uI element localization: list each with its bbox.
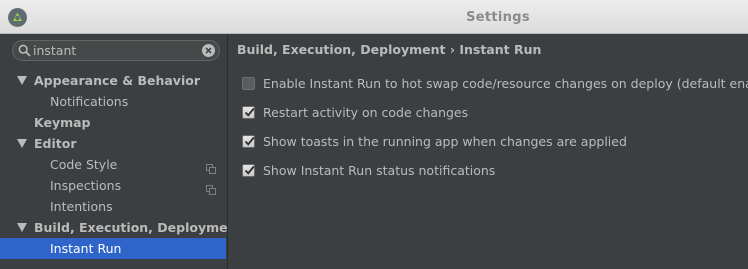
- tree-item-label: Notifications: [50, 94, 129, 109]
- expand-arrow-icon[interactable]: [17, 76, 27, 85]
- tree-item-label: Intentions: [50, 199, 113, 214]
- expand-arrow-icon[interactable]: [17, 223, 27, 232]
- title-bar: Settings: [0, 0, 748, 34]
- settings-sidebar: Appearance & Behavior Notifications Keym…: [0, 34, 242, 269]
- tree-item-label: Instant Run: [50, 241, 122, 256]
- tree-item-appearance-behavior[interactable]: Appearance & Behavior: [0, 70, 226, 91]
- tree-item-inspections[interactable]: Inspections: [0, 175, 226, 196]
- settings-content-panel: Build, Execution, Deployment › Instant R…: [228, 34, 748, 269]
- option-label: Enable Instant Run to hot swap code/reso…: [263, 76, 748, 91]
- option-label: Show toasts in the running app when chan…: [263, 134, 627, 149]
- tree-item-code-style[interactable]: Code Style: [0, 154, 226, 175]
- tree-item-label: Appearance & Behavior: [34, 73, 200, 88]
- window-title: Settings: [466, 10, 530, 25]
- tree-item-intentions[interactable]: Intentions: [0, 196, 226, 217]
- tree-item-label: Code Style: [50, 157, 118, 172]
- checkbox-checked[interactable]: [242, 106, 255, 119]
- checkmark-icon: [244, 136, 255, 146]
- option-label: Restart activity on code changes: [263, 105, 469, 120]
- checkbox-unchecked[interactable]: [242, 77, 255, 90]
- tree-item-instant-run[interactable]: Instant Run: [0, 238, 226, 259]
- tree-item-notifications[interactable]: Notifications: [0, 91, 226, 112]
- tree-item-label: Build, Execution, Deployment: [34, 220, 243, 235]
- checkbox-checked[interactable]: [242, 135, 255, 148]
- breadcrumb: Build, Execution, Deployment › Instant R…: [237, 42, 542, 57]
- search-icon: [18, 44, 31, 57]
- checkmark-icon: [244, 165, 255, 175]
- tree-item-keymap[interactable]: Keymap: [0, 112, 226, 133]
- expand-arrow-icon[interactable]: [17, 139, 27, 148]
- checkmark-icon: [244, 107, 255, 117]
- tree-item-label: Inspections: [50, 178, 122, 193]
- tree-item-editor[interactable]: Editor: [0, 133, 226, 154]
- tree-item-build-execution-deployment[interactable]: Build, Execution, Deployment: [0, 217, 242, 238]
- option-label: Show Instant Run status notifications: [263, 163, 496, 178]
- clear-search-icon[interactable]: [202, 44, 215, 57]
- search-box[interactable]: [12, 40, 220, 61]
- checkbox-checked[interactable]: [242, 164, 255, 177]
- project-settings-copy-icon: [206, 180, 216, 195]
- tree-item-label: Editor: [34, 136, 77, 151]
- project-settings-copy-icon: [206, 159, 216, 174]
- tree-item-label: Keymap: [34, 115, 91, 130]
- search-input[interactable]: [33, 42, 193, 59]
